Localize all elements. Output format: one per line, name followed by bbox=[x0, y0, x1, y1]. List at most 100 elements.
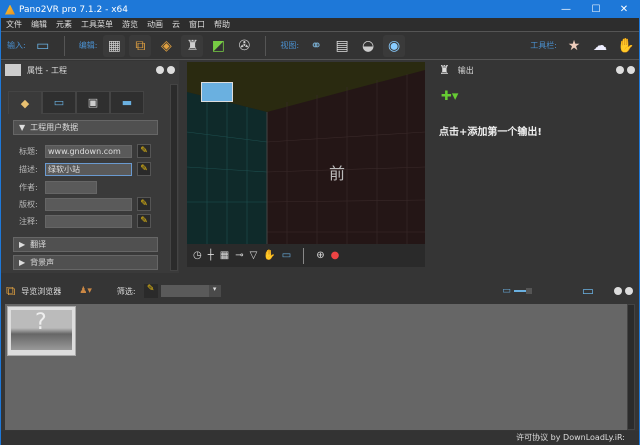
tour-browser-icon[interactable]: ⧉ bbox=[129, 34, 152, 57]
divider bbox=[63, 35, 65, 56]
menu-file[interactable]: 文件 bbox=[6, 19, 22, 30]
color-icon[interactable]: ● bbox=[331, 250, 340, 261]
star-icon[interactable]: ★ bbox=[563, 35, 585, 57]
menu-help[interactable]: 帮助 bbox=[214, 19, 230, 30]
output-panel: ♜ 输出 ✚▾ 点击+添加第一个输出! bbox=[433, 61, 639, 273]
tab-panorama[interactable]: ▭ bbox=[42, 91, 76, 114]
pencil-icon[interactable]: ✎ bbox=[137, 214, 151, 228]
toolbar-label: 工具栏: bbox=[530, 41, 557, 50]
edit-label: 编辑: bbox=[78, 41, 98, 50]
input-label: 输入: bbox=[7, 41, 26, 50]
close-button[interactable]: ✕ bbox=[609, 1, 639, 18]
license-text: 许可协议 by DownLoadLy.iR: bbox=[516, 433, 625, 442]
compass-icon[interactable]: ◷ bbox=[193, 250, 202, 261]
field-label: 注释: bbox=[19, 216, 38, 226]
copyright-field[interactable] bbox=[45, 197, 132, 211]
menu-tools[interactable]: 工具菜单 bbox=[81, 19, 113, 30]
close-panel-button[interactable] bbox=[167, 66, 175, 74]
hand-icon[interactable]: ✋ bbox=[615, 35, 637, 57]
close-panel-button[interactable] bbox=[627, 66, 635, 74]
close-panel-button[interactable] bbox=[625, 287, 633, 295]
panorama-viewer[interactable]: 前 bbox=[187, 62, 425, 244]
panorama-icon[interactable]: ▭ bbox=[282, 250, 291, 261]
animation-icon[interactable]: ✇ bbox=[233, 35, 255, 57]
browser-scrollbar[interactable] bbox=[627, 304, 635, 430]
divider bbox=[303, 247, 305, 264]
menu-animation[interactable]: 动画 bbox=[147, 19, 163, 30]
panorama-input-icon[interactable] bbox=[201, 82, 233, 102]
output-header: ♜ 输出 bbox=[433, 61, 639, 79]
properties-header: 属性 - 工程 bbox=[1, 61, 179, 79]
properties-icon[interactable]: ▦ bbox=[103, 34, 126, 57]
properties-icon bbox=[5, 64, 21, 76]
tour-browser-header: ⧉ 导览浏览器 ♟▾ 筛选: ✎ ▾ ▭ ▭ bbox=[1, 281, 639, 301]
title-field[interactable]: www.gndown.com bbox=[45, 144, 132, 158]
menu-tour[interactable]: 游览 bbox=[122, 19, 138, 30]
section-translation[interactable]: ▶ 翻译 bbox=[13, 237, 158, 252]
pencil-icon[interactable]: ✎ bbox=[137, 197, 151, 211]
status-bar: 许可协议 by DownLoadLy.iR: bbox=[1, 431, 639, 445]
app-logo-icon bbox=[5, 4, 15, 15]
output-title: 输出 bbox=[457, 65, 474, 75]
binoculars-icon[interactable]: ⚭ bbox=[305, 35, 327, 57]
scrollbar[interactable] bbox=[170, 84, 178, 271]
eye-icon[interactable]: ◉ bbox=[383, 34, 406, 57]
menu-cloud[interactable]: 云 bbox=[172, 19, 180, 30]
window-title: Pano2VR pro 7.1.2 - x64 bbox=[19, 4, 128, 15]
menu-window[interactable]: 窗口 bbox=[189, 19, 205, 30]
tour-browser-title: 导览浏览器 bbox=[21, 286, 62, 296]
field-label: 描述: bbox=[19, 164, 38, 174]
cloud-icon[interactable]: ☁ bbox=[589, 35, 611, 57]
pencil-icon[interactable]: ✎ bbox=[137, 162, 151, 176]
menu-elements[interactable]: 元素 bbox=[56, 19, 72, 30]
comment-field[interactable] bbox=[45, 214, 132, 228]
author-field[interactable] bbox=[45, 180, 97, 194]
float-button[interactable] bbox=[616, 66, 624, 74]
section-user-data[interactable]: ▼ 工程用户数据 bbox=[13, 120, 158, 135]
question-mark-icon: ? bbox=[35, 310, 47, 335]
filter-select[interactable] bbox=[160, 285, 209, 297]
section-background-sound[interactable]: ▶ 背景声 bbox=[13, 255, 158, 270]
skin-editor-icon[interactable]: ◈ bbox=[155, 35, 177, 57]
menu-edit[interactable]: 编辑 bbox=[31, 19, 47, 30]
panorama-thumbnail[interactable]: ? bbox=[7, 306, 76, 356]
tour-browser-area[interactable] bbox=[5, 304, 635, 430]
tag-icon[interactable]: ✎ bbox=[143, 284, 158, 298]
thumbnail-size-slider[interactable] bbox=[513, 290, 526, 292]
slider-handle[interactable] bbox=[525, 288, 532, 294]
input-panorama-icon[interactable]: ▭ bbox=[32, 35, 54, 57]
projection-icon[interactable]: ▽ bbox=[250, 250, 258, 261]
crosshair-line-icon[interactable]: ┼ bbox=[208, 250, 214, 261]
view-label: 视图: bbox=[280, 41, 300, 50]
chevron-down-icon[interactable]: ▾ bbox=[208, 285, 221, 297]
minimize-button[interactable]: — bbox=[551, 1, 581, 18]
viewer-toolbar: ◷ ┼ ▦ ⊸ ▽ ✋ ▭ ⊕ ● bbox=[187, 244, 425, 267]
tab-display[interactable]: ▬ bbox=[110, 91, 144, 114]
description-field[interactable]: 绿软小站 bbox=[45, 162, 132, 176]
grid-icon[interactable]: ▦ bbox=[220, 250, 229, 261]
clipboard-icon[interactable]: ▤ bbox=[331, 35, 353, 57]
maximize-button[interactable]: ☐ bbox=[581, 1, 611, 18]
tab-info[interactable]: ▣ bbox=[76, 91, 110, 114]
pencil-icon[interactable]: ✎ bbox=[137, 144, 151, 158]
output-hint: 点击+添加第一个输出! bbox=[439, 127, 542, 138]
divider bbox=[265, 35, 267, 56]
float-button[interactable] bbox=[156, 66, 164, 74]
output-icon[interactable]: ♜ bbox=[181, 34, 204, 57]
tab-project[interactable]: ◆ bbox=[8, 91, 42, 114]
target-icon[interactable]: ⊕ bbox=[316, 250, 324, 261]
stamp-dropdown[interactable]: ♟▾ bbox=[79, 286, 92, 296]
filter-label: 筛选: bbox=[116, 286, 136, 296]
float-button[interactable] bbox=[614, 287, 622, 295]
small-thumbnail-icon: ▭ bbox=[502, 286, 511, 296]
field-label: 版权: bbox=[19, 199, 38, 209]
add-output-button[interactable]: ✚▾ bbox=[441, 89, 458, 104]
map-icon[interactable]: ◩ bbox=[207, 35, 229, 57]
ruler-icon[interactable]: ⊸ bbox=[235, 250, 243, 261]
menu-bar: 文件 编辑 元素 工具菜单 游览 动画 云 窗口 帮助 bbox=[1, 18, 639, 31]
viewer-icon[interactable]: ◒ bbox=[357, 35, 379, 57]
properties-title: 属性 - 工程 bbox=[27, 65, 67, 75]
tour-browser-icon: ⧉ bbox=[6, 283, 16, 299]
title-bar: Pano2VR pro 7.1.2 - x64 — ☐ ✕ bbox=[1, 1, 639, 18]
hand-icon[interactable]: ✋ bbox=[263, 250, 275, 261]
